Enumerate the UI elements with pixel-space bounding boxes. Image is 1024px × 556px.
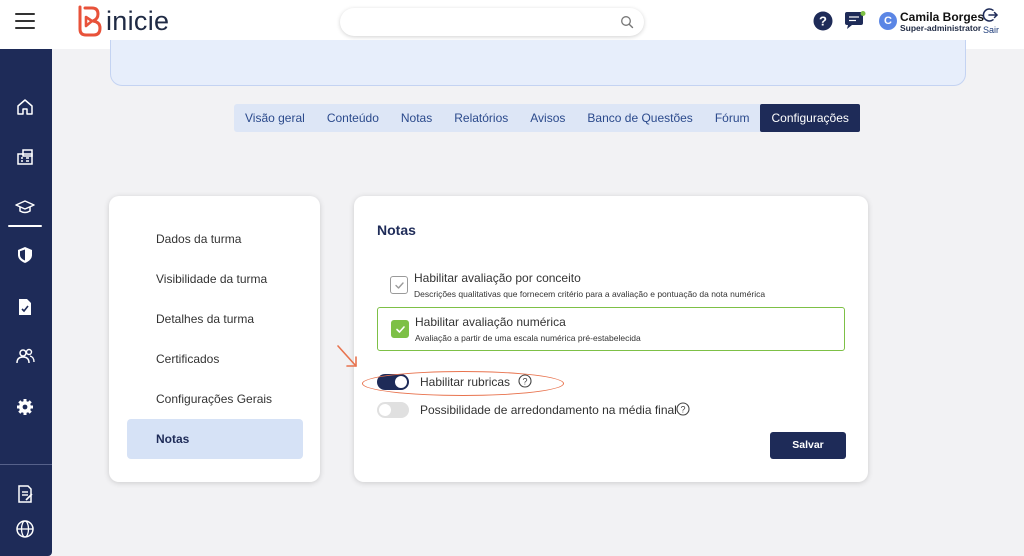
menu-item-configuracoes-gerais[interactable]: Configurações Gerais xyxy=(127,379,303,419)
chat-icon[interactable] xyxy=(844,11,866,31)
save-button[interactable]: Salvar xyxy=(770,432,846,459)
sidebar-divider xyxy=(0,464,52,465)
option-description: Avaliação a partir de uma escala numéric… xyxy=(415,333,641,343)
tab-relatorios[interactable]: Relatórios xyxy=(443,104,519,132)
help-icon[interactable]: ? xyxy=(813,11,833,31)
brand-logo-mark-icon xyxy=(78,5,102,37)
option-description: Descrições qualitativas que fornecem cri… xyxy=(414,289,766,299)
tab-configuracoes[interactable]: Configurações xyxy=(760,104,860,132)
toggle-arredondamento-media-final[interactable] xyxy=(377,402,409,418)
menu-item-detalhes-da-turma[interactable]: Detalhes da turma xyxy=(127,299,303,339)
search-input[interactable] xyxy=(340,8,644,36)
brand-logo[interactable]: inicie xyxy=(76,5,169,37)
option-avaliacao-por-conceito[interactable]: Habilitar avaliação por conceito Descriç… xyxy=(377,264,845,308)
tab-visao-geral[interactable]: Visão geral xyxy=(234,104,316,132)
gear-icon[interactable] xyxy=(15,397,35,417)
toggle-label: Possibilidade de arredondamento na média… xyxy=(420,403,677,417)
home-icon[interactable] xyxy=(15,97,35,117)
globe-icon[interactable] xyxy=(15,519,35,539)
tab-conteudo[interactable]: Conteúdo xyxy=(316,104,390,132)
checkbox-avaliacao-por-conceito[interactable] xyxy=(390,276,408,294)
panel-title: Notas xyxy=(377,222,416,238)
checkbox-avaliacao-numerica[interactable] xyxy=(391,320,409,338)
user-name[interactable]: Camila Borges xyxy=(900,10,984,24)
menu-item-dados-da-turma[interactable]: Dados da turma xyxy=(127,219,303,259)
menu-item-visibilidade-da-turma[interactable]: Visibilidade da turma xyxy=(127,259,303,299)
menu-item-certificados[interactable]: Certificados xyxy=(127,339,303,379)
check-icon xyxy=(396,326,405,333)
svg-text:?: ? xyxy=(680,404,685,414)
annotation-highlight-ellipse xyxy=(362,371,564,396)
annotation-arrow-icon xyxy=(337,345,357,367)
logout-label[interactable]: Sair xyxy=(983,25,999,35)
graduation-cap-icon[interactable] xyxy=(15,197,35,217)
sidebar xyxy=(0,49,52,556)
tab-banco-de-questoes[interactable]: Banco de Questões xyxy=(576,104,703,132)
grades-settings-panel: Notas Habilitar avaliação por conceito D… xyxy=(354,196,868,482)
avatar[interactable]: C xyxy=(879,12,897,30)
document-icon[interactable] xyxy=(15,297,35,317)
course-header-panel xyxy=(110,40,966,86)
report-icon[interactable] xyxy=(15,484,35,504)
option-label: Habilitar avaliação por conceito xyxy=(414,271,581,285)
help-circle-icon[interactable]: ? xyxy=(676,402,690,416)
tab-forum[interactable]: Fórum xyxy=(704,104,761,132)
brand-name: inicie xyxy=(106,5,170,36)
option-avaliacao-numerica[interactable]: Habilitar avaliação numérica Avaliação a… xyxy=(377,307,845,351)
option-label: Habilitar avaliação numérica xyxy=(415,315,566,329)
tab-notas[interactable]: Notas xyxy=(390,104,443,132)
active-nav-indicator xyxy=(8,225,42,227)
menu-item-notas[interactable]: Notas xyxy=(127,419,303,459)
logout-icon[interactable] xyxy=(982,7,998,23)
school-icon[interactable] xyxy=(15,147,35,167)
tab-avisos[interactable]: Avisos xyxy=(519,104,576,132)
menu-icon[interactable] xyxy=(15,13,35,29)
user-role: Super-administrator xyxy=(900,23,982,33)
settings-menu: Dados da turma Visibilidade da turma Det… xyxy=(109,196,320,482)
search-icon[interactable] xyxy=(620,15,634,29)
check-icon xyxy=(395,282,404,289)
course-tabs: Visão geral Conteúdo Notas Relatórios Av… xyxy=(234,104,860,132)
users-icon[interactable] xyxy=(15,346,35,366)
svg-text:?: ? xyxy=(819,14,827,29)
shield-icon[interactable] xyxy=(15,245,35,265)
